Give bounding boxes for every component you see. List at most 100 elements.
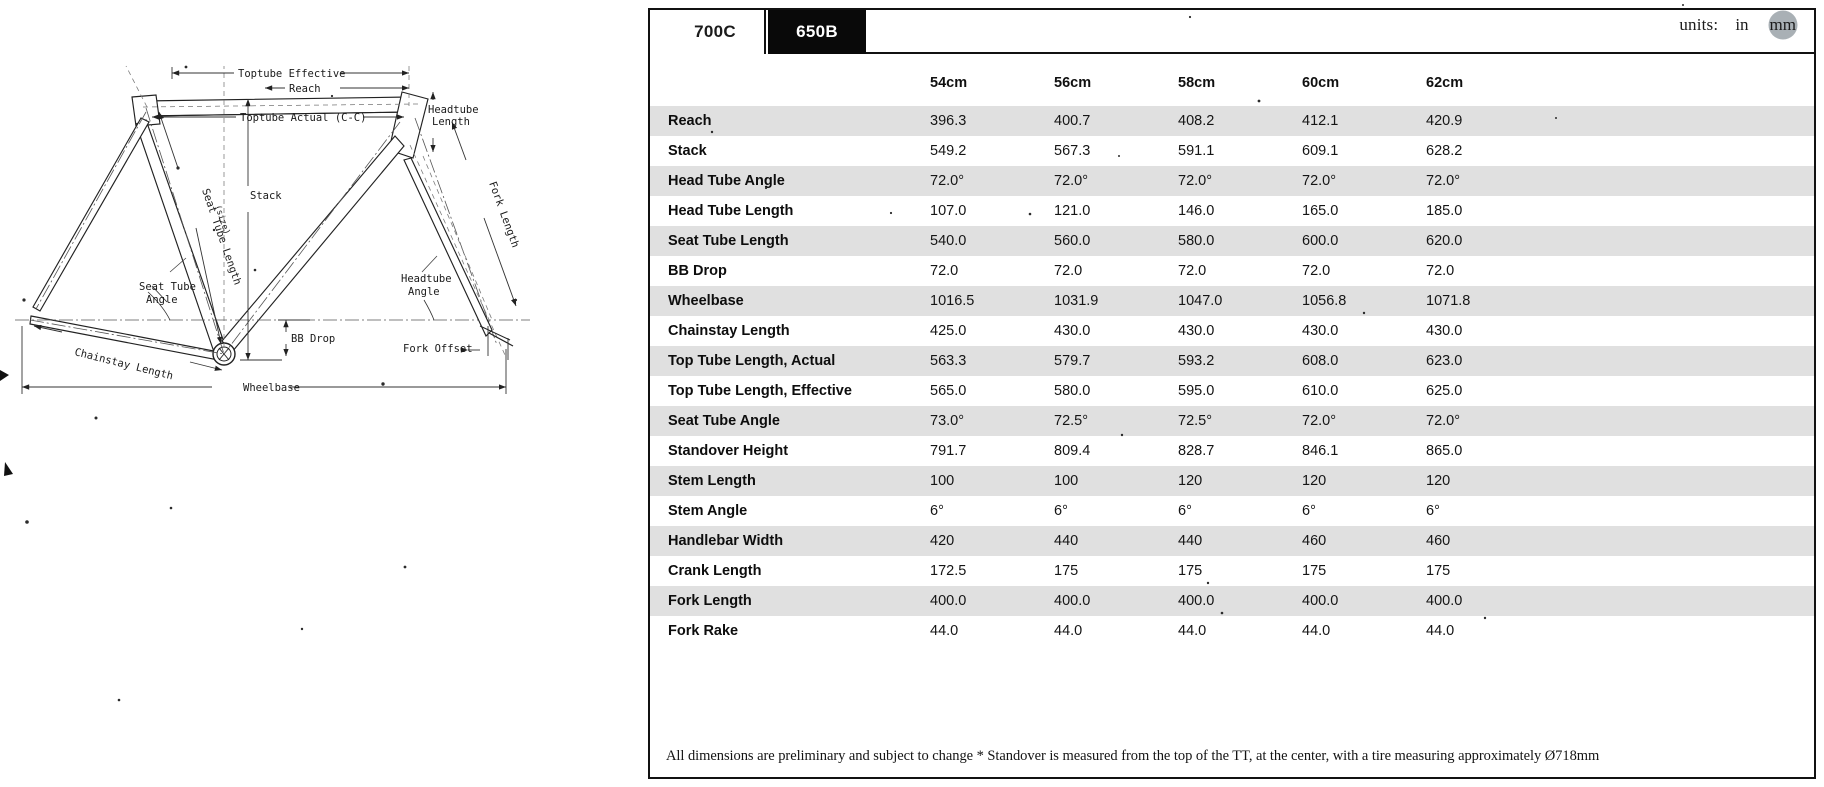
cell-spacer — [1548, 166, 1814, 196]
cell-value: 185.0 — [1424, 196, 1548, 226]
column-header-spacer — [1548, 60, 1814, 106]
cell-value: 6° — [928, 496, 1052, 526]
column-header-58cm: 58cm — [1176, 60, 1300, 106]
cell-value: 400.0 — [1052, 586, 1176, 616]
cell-value: 620.0 — [1424, 226, 1548, 256]
table-row: Seat Tube Angle 73.0° 72.5° 72.5° 72.0° 72.0° — [650, 406, 1814, 436]
row-label: Chainstay Length — [650, 316, 928, 346]
tab-650b[interactable]: 650B — [768, 10, 866, 54]
cell-value: 1047.0 — [1176, 286, 1300, 316]
cell-value: 828.7 — [1176, 436, 1300, 466]
tab-650b-label: 650B — [796, 22, 838, 41]
cell-value: 1031.9 — [1052, 286, 1176, 316]
table-row: Reach 396.3 400.7 408.2 412.1 420.9 — [650, 106, 1814, 136]
cell-value: 6° — [1300, 496, 1424, 526]
cell-value: 579.7 — [1052, 346, 1176, 376]
cell-value: 107.0 — [928, 196, 1052, 226]
cell-value: 120 — [1176, 466, 1300, 496]
bike-geometry-diagram: Toptube Effective Reach Toptube Actual (… — [15, 65, 530, 394]
cell-value: 563.3 — [928, 346, 1052, 376]
cell-value: 420.9 — [1424, 106, 1548, 136]
units-toggle: units: in mm — [1679, 14, 1800, 36]
cell-value: 72.0° — [1176, 166, 1300, 196]
cell-value: 430.0 — [1300, 316, 1424, 346]
geometry-table: 54cm 56cm 58cm 60cm 62cm Reach 396.3 400.7… — [650, 60, 1814, 646]
cell-value: 44.0 — [1052, 616, 1176, 646]
column-header-measure — [650, 60, 928, 106]
cell-spacer — [1548, 346, 1814, 376]
units-option-mm-label: mm — [1769, 15, 1796, 34]
cell-value: 440 — [1052, 526, 1176, 556]
cell-value: 44.0 — [928, 616, 1052, 646]
row-label: Crank Length — [650, 556, 928, 586]
tab-700c-label: 700C — [694, 22, 736, 41]
cell-value: 540.0 — [928, 226, 1052, 256]
cell-value: 172.5 — [928, 556, 1052, 586]
cell-value: 460 — [1424, 526, 1548, 556]
table-row: Top Tube Length, Actual 563.3 579.7 593.2 60… — [650, 346, 1814, 376]
cell-spacer — [1548, 316, 1814, 346]
cell-value: 600.0 — [1300, 226, 1424, 256]
label-toptube-actual: Toptube Actual (C-C) — [240, 112, 366, 124]
column-header-56cm: 56cm — [1052, 60, 1176, 106]
label-stack: Stack — [250, 190, 282, 202]
cell-value: 72.0 — [1424, 256, 1548, 286]
cell-value: 1016.5 — [928, 286, 1052, 316]
cell-spacer — [1548, 376, 1814, 406]
cell-value: 430.0 — [1424, 316, 1548, 346]
cell-value: 623.0 — [1424, 346, 1548, 376]
cell-value: 408.2 — [1176, 106, 1300, 136]
cell-value: 6° — [1052, 496, 1176, 526]
cell-value: 593.2 — [1176, 346, 1300, 376]
cell-spacer — [1548, 586, 1814, 616]
table-row: Handlebar Width 420 440 440 460 460 — [650, 526, 1814, 556]
cell-value: 175 — [1052, 556, 1176, 586]
cell-value: 100 — [1052, 466, 1176, 496]
table-row: Top Tube Length, Effective 565.0 580.0 595.… — [650, 376, 1814, 406]
cell-value: 610.0 — [1300, 376, 1424, 406]
cell-value: 121.0 — [1052, 196, 1176, 226]
cell-spacer — [1548, 436, 1814, 466]
units-label: units: — [1679, 15, 1719, 34]
table-row: Crank Length 172.5 175 175 175 175 — [650, 556, 1814, 586]
cell-value: 400.0 — [1424, 586, 1548, 616]
tab-700c[interactable]: 700C — [666, 10, 766, 54]
cell-value: 44.0 — [1300, 616, 1424, 646]
cell-spacer — [1548, 106, 1814, 136]
row-label: Stem Length — [650, 466, 928, 496]
cell-value: 72.0 — [1176, 256, 1300, 286]
units-option-in-label: in — [1735, 15, 1749, 34]
label-headtube-length-line1: Headtube — [428, 104, 479, 116]
table-row: Stem Angle 6° 6° 6° 6° 6° — [650, 496, 1814, 526]
cell-value: 1071.8 — [1424, 286, 1548, 316]
cell-value: 460 — [1300, 526, 1424, 556]
cell-value: 72.5° — [1176, 406, 1300, 436]
cell-value: 580.0 — [1052, 376, 1176, 406]
cell-spacer — [1548, 226, 1814, 256]
cell-spacer — [1548, 556, 1814, 586]
table-row: Seat Tube Length 540.0 560.0 580.0 600.0 620.… — [650, 226, 1814, 256]
cell-value: 846.1 — [1300, 436, 1424, 466]
cell-value: 72.0° — [1052, 166, 1176, 196]
cell-value: 549.2 — [928, 136, 1052, 166]
cell-spacer — [1548, 526, 1814, 556]
units-option-in[interactable]: in — [1731, 14, 1752, 36]
cell-spacer — [1548, 136, 1814, 166]
cell-value: 628.2 — [1424, 136, 1548, 166]
cell-value: 865.0 — [1424, 436, 1548, 466]
cell-value: 430.0 — [1176, 316, 1300, 346]
label-wheelbase: Wheelbase — [243, 382, 300, 394]
table-row: Head Tube Length 107.0 121.0 146.0 165.0 185.… — [650, 196, 1814, 226]
tab-strip-underline — [866, 52, 1814, 54]
cell-value: 1056.8 — [1300, 286, 1424, 316]
label-reach: Reach — [289, 83, 321, 95]
units-option-mm[interactable]: mm — [1766, 14, 1800, 36]
column-header-60cm: 60cm — [1300, 60, 1424, 106]
cell-value: 72.0° — [1300, 166, 1424, 196]
cell-value: 72.0° — [1424, 406, 1548, 436]
cell-value: 175 — [1300, 556, 1424, 586]
cell-value: 567.3 — [1052, 136, 1176, 166]
cell-value: 595.0 — [1176, 376, 1300, 406]
cell-value: 100 — [928, 466, 1052, 496]
cell-value: 608.0 — [1300, 346, 1424, 376]
